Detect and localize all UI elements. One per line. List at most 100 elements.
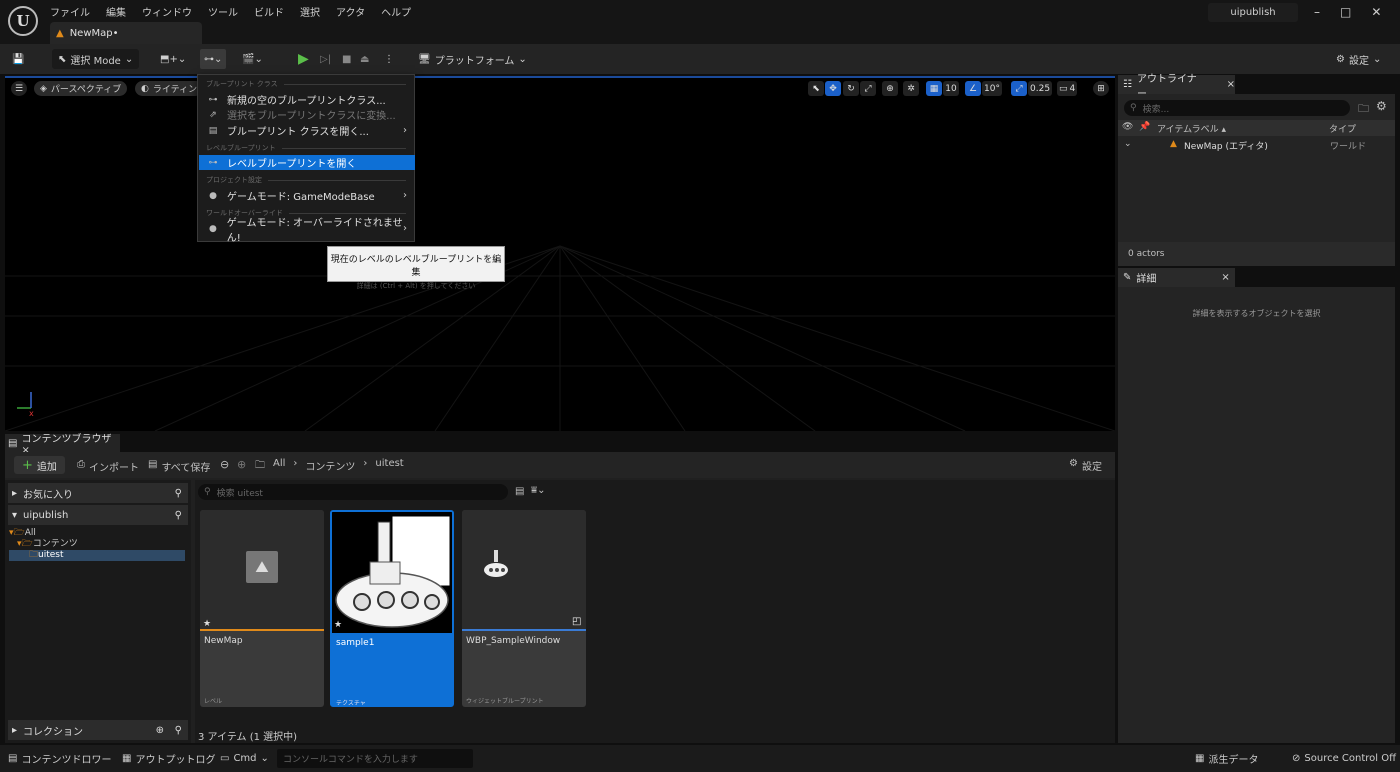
menu-open-bp-class[interactable]: ▤ ブループリント クラスを開く... ›	[199, 123, 415, 138]
gear-icon: ⚙	[1069, 458, 1078, 469]
grid-value[interactable]: 10	[943, 81, 959, 96]
pin-icon[interactable]: 📌	[1139, 122, 1150, 132]
cb-settings-button[interactable]: ⚙ 設定	[1069, 458, 1102, 473]
console-input[interactable]: コンソールコマンドを入力します	[277, 749, 473, 768]
eject-icon[interactable]: ⏏	[360, 49, 369, 69]
gear-icon[interactable]: ⚙	[1376, 99, 1387, 113]
perspective-button[interactable]: ◈ パースペクティブ	[34, 81, 128, 96]
minimize-button[interactable]: –	[1314, 5, 1320, 19]
scale-value[interactable]: 0.25	[1028, 81, 1053, 96]
menu-open-level-bp[interactable]: ⊶ レベルブループリントを開く	[199, 155, 415, 170]
breadcrumb-uitest[interactable]: uitest	[375, 458, 403, 475]
tab-newmap[interactable]: ▲ NewMap•	[50, 22, 202, 44]
level-viewport[interactable]: x ☰ ◈ パースペクティブ ◐ ライティン ⬉ ✥ ↻ ⤢ ⊕ ✲ ▦ 10 …	[5, 76, 1115, 431]
save-icon[interactable]: 💾	[12, 49, 24, 69]
cinematics-icon[interactable]: 🎬⌄	[242, 49, 263, 69]
grid-snap-icon[interactable]: ▦	[926, 81, 942, 96]
source-control-button[interactable]: ⊘ Source Control Off	[1292, 749, 1396, 768]
stop-icon[interactable]: ■	[342, 49, 351, 69]
expand-icon[interactable]: ⌄	[1124, 139, 1132, 149]
search-icon[interactable]: ⚲	[175, 488, 182, 499]
scale-tool-icon[interactable]: ⤢	[860, 81, 876, 96]
star-icon: ★	[203, 619, 212, 629]
select-tool-icon[interactable]: ⬉	[808, 81, 824, 96]
lighting-button[interactable]: ◐ ライティン	[135, 81, 204, 96]
search-icon[interactable]: ⚲	[175, 725, 182, 736]
asset-card-sample1[interactable]: ★ sample1 テクスチャ	[330, 510, 454, 707]
close-icon[interactable]: ×	[1227, 79, 1235, 90]
surface-snap-icon[interactable]: ✲	[903, 81, 919, 96]
collections-header[interactable]: ▸ コレクション ⊕ ⚲	[8, 720, 188, 740]
menu-actor[interactable]: アクタ	[336, 4, 365, 19]
breadcrumb-content[interactable]: コンテンツ	[305, 458, 355, 475]
menu-edit[interactable]: 編集	[106, 4, 126, 19]
add-folder-icon[interactable]: 🗀	[1358, 100, 1369, 119]
tab-content-browser[interactable]: ▤ コンテンツブラウザ ×	[5, 434, 120, 456]
tree-item-uitest[interactable]: 🗀uitest	[9, 550, 185, 561]
menu-window[interactable]: ウィンドウ	[142, 4, 192, 19]
import-button[interactable]: ⎙ インポート	[77, 459, 139, 474]
unreal-logo[interactable]: U	[8, 6, 38, 36]
filter-icon[interactable]: ⩸⌄	[531, 485, 545, 496]
asset-search[interactable]: ⚲ 検索 uitest	[198, 484, 508, 500]
step-icon[interactable]: ▷|	[320, 49, 331, 69]
outliner-header: 👁 📌 アイテムラベル ▴ タイプ	[1118, 120, 1395, 136]
menu-tools[interactable]: ツール	[208, 4, 238, 19]
close-icon[interactable]: ×	[1221, 272, 1229, 283]
move-tool-icon[interactable]: ✥	[825, 81, 841, 96]
add-collection-icon[interactable]: ⊕	[156, 725, 164, 736]
dot-icon: ●	[209, 190, 217, 201]
favorites-header[interactable]: ▸ お気に入り ⚲	[8, 483, 188, 503]
add-button[interactable]: + 追加	[14, 456, 65, 474]
menu-new-bp-class[interactable]: ⊶ 新規の空のブループリントクラス...	[199, 92, 415, 108]
menu-build[interactable]: ビルド	[254, 4, 284, 19]
content-drawer-button[interactable]: ▤ コンテンツドロワー	[8, 749, 111, 768]
tab-details[interactable]: ✎ 詳細 ×	[1118, 268, 1235, 287]
cmd-dropdown[interactable]: ▭ Cmd ⌄	[220, 749, 269, 768]
platform-button[interactable]: 🖥 プラットフォーム ⌄	[418, 49, 527, 69]
rotation-value[interactable]: 10°	[982, 81, 1002, 96]
hamburger-icon[interactable]: ☰	[11, 81, 27, 96]
tab-outliner[interactable]: ☷ アウトライナー ×	[1118, 74, 1235, 100]
settings-button[interactable]: ⚙ 設定 ⌄	[1336, 49, 1381, 69]
breadcrumb-all[interactable]: All	[273, 458, 285, 475]
outliner-row[interactable]: ⌄ ▲ NewMap (エディタ) ワールド	[1118, 138, 1395, 152]
world-space-icon[interactable]: ⊕	[882, 81, 898, 96]
save-all-button[interactable]: ▤ すべて保存	[148, 459, 210, 474]
pencil-icon: ✎	[1123, 272, 1132, 283]
menu-help[interactable]: ヘルプ	[381, 4, 411, 19]
menu-select[interactable]: 選択	[300, 4, 320, 19]
tree-item-all[interactable]: ▾🗁All	[9, 528, 185, 539]
project-header[interactable]: ▾ uipublish ⚲	[8, 505, 188, 525]
mode-button[interactable]: ⬉ 選択 Mode ⌄	[52, 49, 140, 69]
rotation-snap-icon[interactable]: ∠	[965, 81, 981, 96]
eye-icon[interactable]: 👁	[1122, 122, 1133, 132]
scale-snap-icon[interactable]: ⤢	[1011, 81, 1027, 96]
add-actor-icon[interactable]: ⬒+⌄	[160, 49, 186, 69]
more-icon[interactable]: ⋮	[384, 49, 394, 69]
content-browser-toolbar: + 追加 ⎙ インポート ▤ すべて保存 ⊖ ⊕ 🗀 All › コンテンツ ›…	[5, 452, 1115, 478]
search-icon[interactable]: ⚲	[175, 510, 182, 521]
tree-item-content[interactable]: ▾🗁コンテンツ	[9, 539, 185, 550]
menu-game-mode-override[interactable]: ● ゲームモード: オーバーライドされません! ›	[199, 218, 415, 244]
close-button[interactable]: ✕	[1371, 5, 1381, 19]
back-icon[interactable]: ⊖	[220, 458, 229, 471]
asset-card-newmap[interactable]: ⛰ ★ NewMap レベル	[200, 510, 324, 707]
col-type[interactable]: タイプ	[1329, 122, 1356, 135]
output-log-button[interactable]: ▦ アウトプットログ	[122, 749, 215, 768]
outliner-search[interactable]: ⚲ 検索...	[1124, 100, 1350, 116]
derived-data-button[interactable]: ▦ 派生データ	[1195, 749, 1258, 768]
forward-icon[interactable]: ⊕	[237, 458, 246, 471]
menu-file[interactable]: ファイル	[50, 4, 90, 19]
camera-speed-icon[interactable]: ▭ 4	[1057, 81, 1078, 96]
col-item-label[interactable]: アイテムラベル ▴	[1157, 122, 1226, 135]
widget-type-bar	[462, 629, 586, 631]
play-icon[interactable]: ▶	[298, 49, 309, 69]
layout-icon[interactable]: ⊞	[1093, 81, 1109, 96]
rotate-tool-icon[interactable]: ↻	[843, 81, 859, 96]
menu-game-mode[interactable]: ● ゲームモード: GameModeBase ›	[199, 188, 415, 203]
asset-card-wbp[interactable]: ◰ WBP_SampleWindow ウィジェットブループリント	[462, 510, 586, 707]
blueprint-menu-icon[interactable]: ⊶⌄	[200, 49, 227, 69]
maximize-button[interactable]: □	[1340, 5, 1351, 19]
save-search-icon[interactable]: ▤	[515, 486, 524, 497]
